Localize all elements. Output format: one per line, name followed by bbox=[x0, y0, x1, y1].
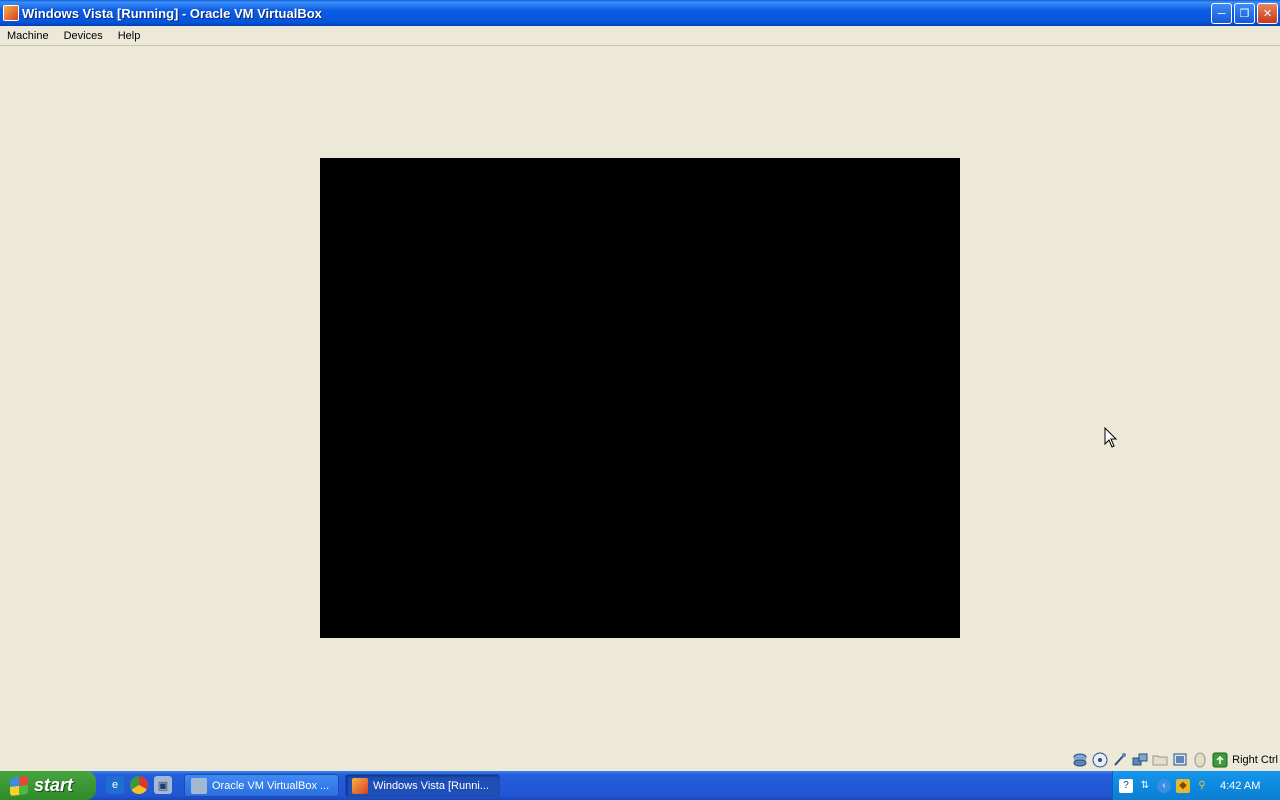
host-key-label: Right Ctrl bbox=[1232, 754, 1278, 766]
help-icon[interactable]: ? bbox=[1119, 778, 1133, 793]
vm-window-task-icon bbox=[352, 777, 368, 794]
mouse-cursor-icon bbox=[1104, 427, 1118, 448]
task-label: Windows Vista [Runni... bbox=[373, 779, 489, 792]
taskbar: start e ▣ Oracle VM VirtualBox ... Windo… bbox=[0, 771, 1280, 800]
status-bar: Right Ctrl bbox=[0, 749, 1280, 771]
chrome-icon[interactable] bbox=[130, 776, 148, 794]
window-title: Windows Vista [Running] - Oracle VM Virt… bbox=[22, 5, 322, 21]
hard-disk-icon[interactable] bbox=[1072, 752, 1088, 768]
virtualbox-icon[interactable]: ▣ bbox=[154, 776, 172, 794]
clock: 4:42 AM bbox=[1220, 779, 1261, 792]
quick-launch: e ▣ bbox=[106, 776, 172, 794]
task-oracle-vm-virtualbox[interactable]: Oracle VM VirtualBox ... bbox=[184, 774, 339, 797]
close-button[interactable]: ✕ bbox=[1257, 3, 1278, 24]
display-icon[interactable] bbox=[1172, 752, 1188, 768]
menu-machine[interactable]: Machine bbox=[0, 30, 57, 42]
network-tray-icon[interactable]: ⇅ bbox=[1138, 779, 1152, 793]
system-tray: ? ⇅ ‹ ◆ ⚲ 4:42 AM bbox=[1112, 771, 1280, 800]
restore-button[interactable]: ❐ bbox=[1234, 3, 1255, 24]
usb-icon[interactable] bbox=[1112, 752, 1128, 768]
minimize-button[interactable]: ─ bbox=[1211, 3, 1232, 24]
ie-icon[interactable]: e bbox=[106, 776, 124, 794]
optical-drive-icon[interactable] bbox=[1092, 752, 1108, 768]
windows-logo-icon bbox=[10, 775, 28, 796]
back-icon[interactable]: ‹ bbox=[1157, 778, 1171, 793]
window-controls: ─ ❐ ✕ bbox=[1211, 3, 1278, 24]
menu-bar: Machine Devices Help bbox=[0, 26, 1280, 46]
security-icon[interactable]: ◆ bbox=[1176, 778, 1190, 793]
search-icon[interactable]: ⚲ bbox=[1195, 779, 1209, 793]
task-windows-vista[interactable]: Windows Vista [Runni... bbox=[345, 774, 500, 797]
shared-folder-icon[interactable] bbox=[1152, 752, 1168, 768]
virtualbox-app-icon[interactable] bbox=[3, 5, 19, 21]
mouse-integration-icon[interactable] bbox=[1192, 752, 1208, 768]
virtualbox-task-icon bbox=[191, 777, 207, 794]
vm-screen[interactable] bbox=[320, 158, 960, 638]
menu-help[interactable]: Help bbox=[111, 30, 149, 42]
network-icon[interactable] bbox=[1132, 752, 1148, 768]
start-label: start bbox=[34, 775, 74, 795]
start-button[interactable]: start bbox=[0, 771, 96, 800]
host-key-icon[interactable] bbox=[1212, 752, 1228, 768]
vm-display-area[interactable] bbox=[0, 47, 1280, 749]
title-bar[interactable]: Windows Vista [Running] - Oracle VM Virt… bbox=[0, 0, 1280, 26]
task-label: Oracle VM VirtualBox ... bbox=[212, 779, 330, 792]
menu-devices[interactable]: Devices bbox=[57, 30, 111, 42]
